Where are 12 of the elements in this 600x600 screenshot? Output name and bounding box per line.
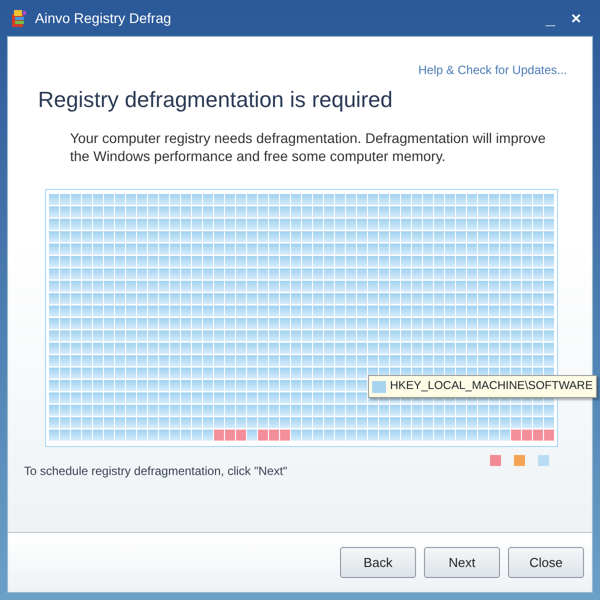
dialog-button[interactable]: Close xyxy=(508,547,584,578)
instruction-text: To schedule registry defragmentation, click "Next" xyxy=(24,463,288,480)
close-button[interactable]: × xyxy=(571,10,581,26)
window-title: Ainvo Registry Defrag xyxy=(35,8,172,28)
help-link[interactable]: Help & Check for Updates... xyxy=(418,61,567,79)
description-text: Your computer registry needs defragmentation. Defragmentation will improve the Windows performance and free some computer memory. xyxy=(70,129,547,166)
page-heading: Registry defragmentation is required xyxy=(38,87,394,114)
app-icon xyxy=(11,8,27,28)
minimize-button[interactable]: _ xyxy=(546,10,556,26)
tooltip-text: HKEY_LOCAL_MACHINE\SOFTWARE xyxy=(390,379,593,394)
dialog-button[interactable]: Back xyxy=(340,547,416,578)
dialog-button[interactable]: Next xyxy=(424,547,500,578)
